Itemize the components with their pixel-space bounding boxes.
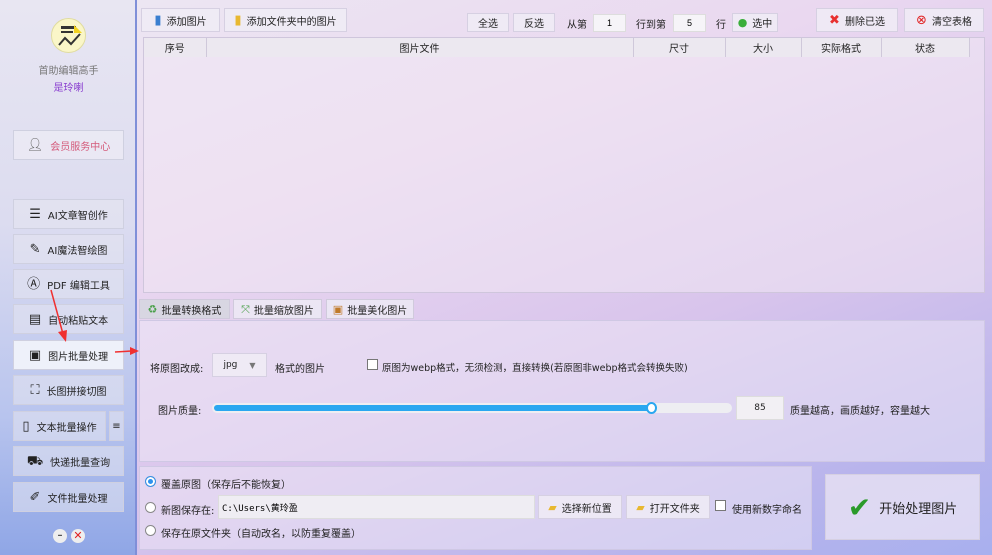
arrow-down xyxy=(50,289,64,335)
annotation-arrows xyxy=(50,289,139,355)
arrow-right-head xyxy=(130,347,139,355)
arrow-right xyxy=(114,350,133,353)
arrow-down-head xyxy=(58,330,67,342)
